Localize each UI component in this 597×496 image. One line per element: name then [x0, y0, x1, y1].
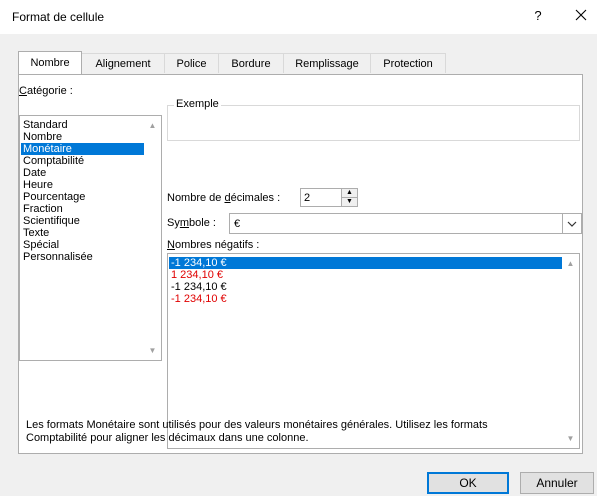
list-item[interactable]: Pourcentage	[21, 191, 148, 203]
list-item[interactable]: Date	[21, 167, 148, 179]
list-item[interactable]: Comptabilité	[21, 155, 148, 167]
title-bar: Format de cellule ?	[0, 0, 597, 34]
decimals-stepper[interactable]: 2 ▲ ▼	[300, 188, 358, 207]
window-title: Format de cellule	[12, 10, 105, 24]
symbol-label: Symbole :	[167, 217, 216, 229]
close-button[interactable]	[572, 6, 590, 24]
list-item[interactable]: Monétaire	[21, 143, 148, 155]
symbol-select[interactable]: €	[229, 213, 582, 234]
tab-nombre[interactable]: Nombre	[18, 51, 82, 74]
list-item[interactable]: Heure	[21, 179, 148, 191]
decimals-value[interactable]: 2	[304, 192, 310, 204]
description-line: Comptabilité pour aligner les décimaux d…	[26, 432, 309, 444]
tab-label: Police	[176, 58, 207, 70]
dialog-body: Nombre Alignement Police Bordure Remplis…	[0, 34, 597, 496]
chevron-down-icon	[567, 221, 577, 227]
category-label: Catégorie :	[19, 85, 73, 97]
scroll-up-icon[interactable]: ▲	[148, 121, 157, 130]
tab-protection[interactable]: Protection	[370, 53, 446, 73]
stepper-buttons: ▲ ▼	[341, 189, 357, 206]
dropdown-button[interactable]	[562, 214, 581, 233]
decimals-label: Nombre de décimales :	[167, 192, 281, 204]
list-item[interactable]: Nombre	[21, 131, 148, 143]
list-item[interactable]: Texte	[21, 227, 148, 239]
negative-label: Nombres négatifs :	[167, 239, 260, 251]
category-scrollbar[interactable]: ▲ ▼	[144, 116, 161, 360]
format-description: Les formats Monétaire sont utilisés pour…	[26, 419, 586, 445]
tab-remplissage[interactable]: Remplissage	[283, 53, 371, 73]
tab-label: Bordure	[231, 58, 271, 70]
list-item[interactable]: -1 234,10 €	[169, 281, 564, 293]
tab-alignement[interactable]: Alignement	[81, 53, 165, 73]
tab-bordure[interactable]: Bordure	[218, 53, 284, 73]
list-item[interactable]: -1 234,10 €	[169, 257, 564, 269]
tab-police[interactable]: Police	[164, 53, 219, 73]
list-item[interactable]: -1 234,10 €	[169, 293, 564, 305]
decrement-icon[interactable]: ▼	[342, 198, 357, 206]
list-item[interactable]: Scientifique	[21, 215, 148, 227]
list-item[interactable]: Standard	[21, 119, 148, 131]
tab-label: Alignement	[95, 58, 151, 70]
list-item[interactable]: Personnalisée	[21, 251, 148, 263]
increment-icon[interactable]: ▲	[342, 189, 357, 198]
tab-label: Remplissage	[295, 58, 359, 70]
tab-panel-nombre: Catégorie : Standard Nombre Monétaire Co…	[18, 74, 583, 454]
close-icon	[575, 9, 587, 21]
example-group: Exemple	[167, 98, 580, 141]
description-line: Les formats Monétaire sont utilisés pour…	[26, 419, 488, 431]
scroll-down-icon[interactable]: ▼	[148, 346, 157, 355]
cancel-button[interactable]: Annuler	[520, 472, 594, 494]
list-item[interactable]: Spécial	[21, 239, 148, 251]
list-item[interactable]: Fraction	[21, 203, 148, 215]
scroll-up-icon[interactable]: ▲	[566, 259, 575, 268]
help-button[interactable]: ?	[530, 8, 546, 24]
symbol-value: €	[234, 218, 241, 230]
ok-button[interactable]: OK	[427, 472, 509, 494]
list-item[interactable]: 1 234,10 €	[169, 269, 564, 281]
tab-label: Protection	[383, 58, 433, 70]
example-label: Exemple	[174, 98, 221, 110]
category-list[interactable]: Standard Nombre Monétaire Comptabilité D…	[19, 115, 162, 361]
tab-label: Nombre	[30, 57, 70, 69]
